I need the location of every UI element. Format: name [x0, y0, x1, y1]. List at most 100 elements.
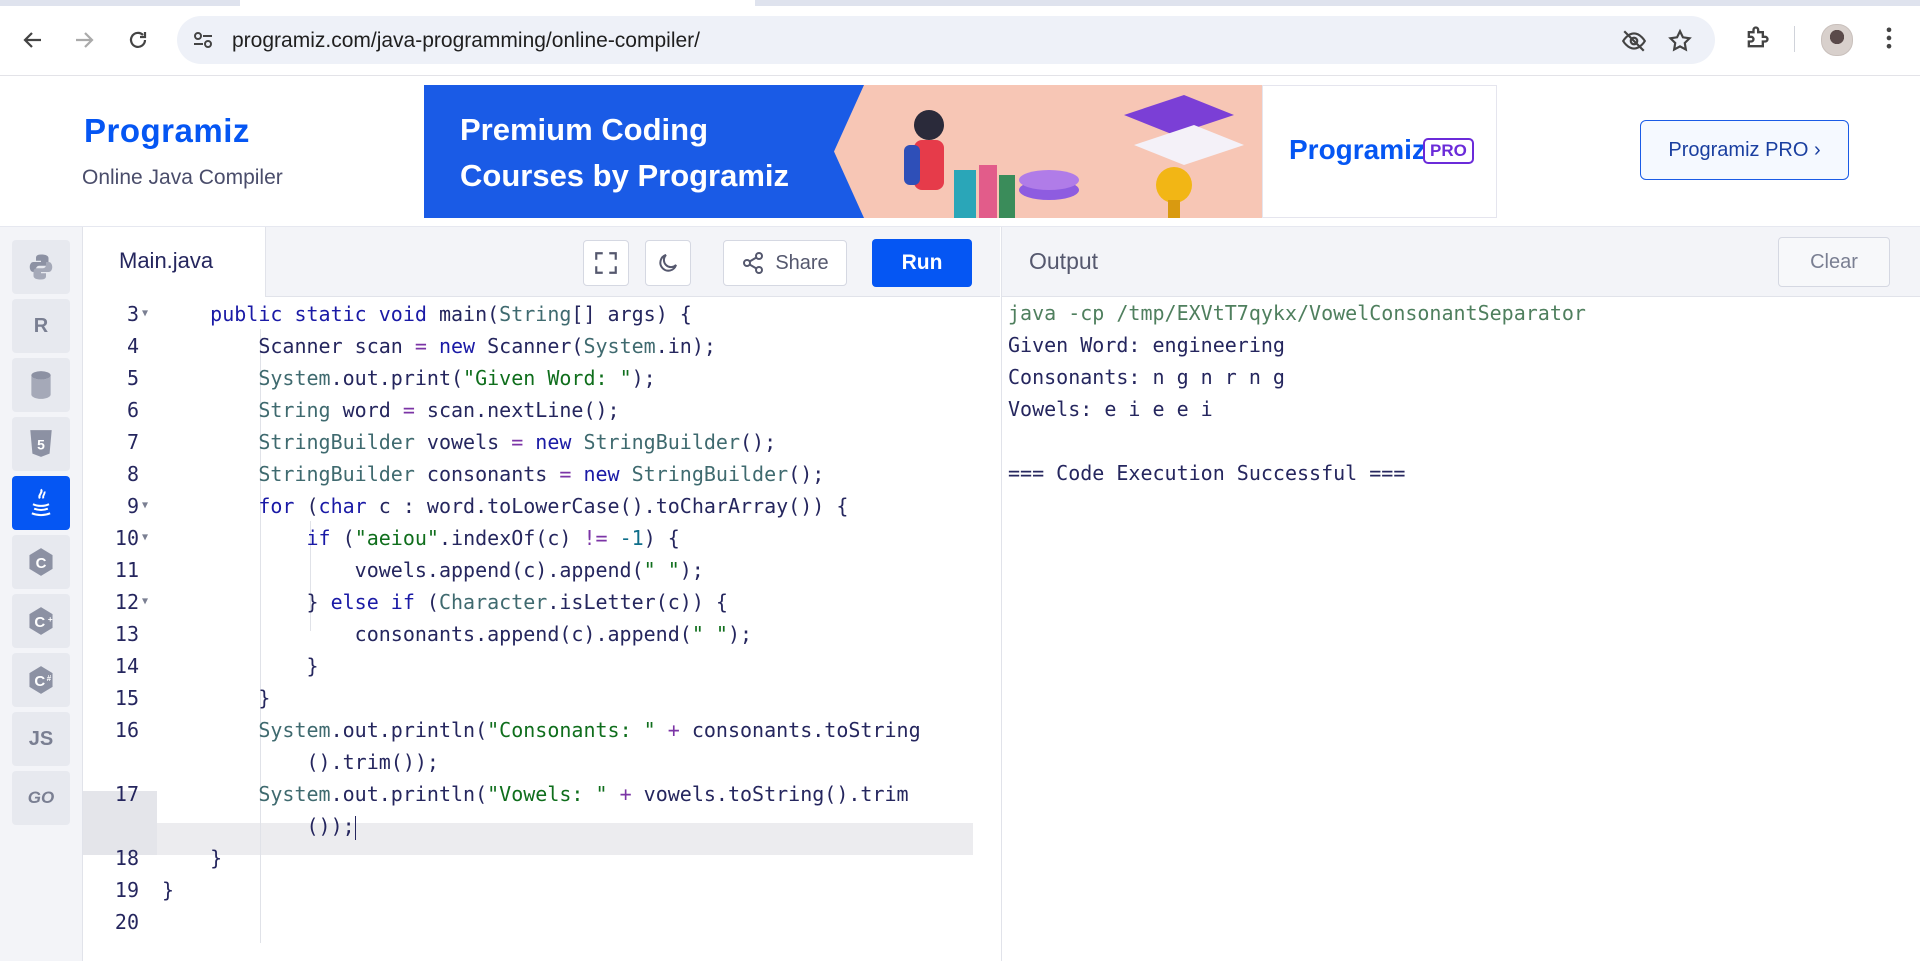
svg-text:C: C	[34, 614, 45, 631]
line-number: 15	[114, 686, 139, 710]
tab-strip	[0, 0, 1920, 6]
pro-logo-text: Programiz	[1289, 134, 1426, 165]
share-icon	[743, 252, 764, 274]
eye-off-icon[interactable]	[1621, 28, 1647, 54]
lang-cpp[interactable]: C +	[12, 594, 70, 648]
banner-line-2: Courses by Programiz	[460, 158, 790, 193]
code-line: 17 System.out.println("Vowels: " + vowel…	[83, 778, 1000, 810]
bookmark-star-icon[interactable]	[1667, 28, 1693, 54]
line-number: 5	[126, 366, 139, 390]
code-line: 3 ▼ public static void main(String[] args…	[83, 298, 1000, 330]
theme-toggle-button[interactable]	[645, 240, 691, 286]
code-line: 7 StringBuilder vowels = new StringBuild…	[83, 426, 1000, 458]
browser-toolbar: programiz.com/java-programming/online-co…	[0, 0, 1920, 76]
code-line: 11 vowels.append(c).append(" ");	[83, 554, 1000, 586]
profile-avatar[interactable]	[1821, 24, 1853, 56]
code-line: 10 ▼ if ("aeiou".indexOf(c) != -1) {	[83, 522, 1000, 554]
html5-icon: 5	[30, 430, 52, 457]
extensions-icon[interactable]	[1743, 24, 1771, 52]
lang-sql[interactable]	[12, 358, 70, 412]
back-button[interactable]	[13, 20, 53, 60]
code-line: 8 StringBuilder consonants = new StringB…	[83, 458, 1000, 490]
lang-csharp[interactable]: C #	[12, 653, 70, 707]
output-title: Output	[1029, 248, 1099, 274]
programiz-pro-button[interactable]: Programiz PRO ›	[1640, 120, 1849, 180]
code-line: 14 }	[83, 650, 1000, 682]
file-tab-main-java[interactable]: Main.java	[83, 227, 266, 297]
back-arrow-icon	[23, 32, 41, 48]
line-number: 6	[126, 398, 139, 422]
code-line: 5 System.out.print("Given Word: ");	[83, 362, 1000, 394]
lang-html[interactable]: 5	[12, 417, 70, 471]
lang-go[interactable]: GO	[12, 771, 70, 825]
reload-icon	[129, 31, 147, 48]
fold-arrow-icon[interactable]: ▼	[142, 298, 148, 330]
banner-line-1: Premium Coding	[460, 112, 709, 147]
code-line: 9 ▼ for (char c : word.toLowerCase().toCh…	[83, 490, 1000, 522]
line-number: 12	[114, 590, 139, 614]
lang-r[interactable]: R	[12, 299, 70, 353]
site-settings-icon[interactable]	[191, 28, 215, 52]
programiz-logo[interactable]: Programiz	[84, 112, 250, 150]
fullscreen-button[interactable]	[583, 240, 629, 286]
student-illustration	[904, 95, 1244, 218]
forward-button[interactable]	[64, 20, 104, 60]
js-icon: JS	[28, 727, 54, 750]
code-line: 13 consonants.append(c).append(" ");	[83, 618, 1000, 650]
code-line-wrap: ());	[162, 814, 356, 840]
output-command: java -cp /tmp/EXVtT7qykx/VowelConsonantS…	[1008, 301, 1586, 325]
svg-text:5: 5	[37, 436, 45, 452]
code-line-wrap: ().trim());	[162, 750, 439, 774]
share-button[interactable]: Share	[723, 240, 847, 286]
go-icon: GO	[27, 788, 55, 807]
fullscreen-icon	[595, 252, 617, 274]
cpp-icon: C +	[29, 607, 53, 635]
text-cursor	[354, 815, 356, 840]
menu-kebab-icon[interactable]	[1875, 24, 1903, 52]
share-label: Share	[775, 251, 829, 274]
clear-button[interactable]: Clear	[1778, 237, 1890, 287]
output-line: Given Word: engineering	[1008, 333, 1285, 357]
url-text[interactable]: programiz.com/java-programming/online-co…	[232, 29, 700, 53]
java-icon	[31, 488, 51, 517]
file-tab-label: Main.java	[119, 248, 214, 273]
line-number: 4	[126, 334, 139, 358]
reload-button[interactable]	[118, 20, 158, 60]
output-header: Output Clear	[1001, 227, 1920, 297]
code-line: 18 }	[83, 842, 1000, 874]
code-editor[interactable]: 3 ▼ public static void main(String[] args…	[83, 297, 1000, 961]
address-bar[interactable]: programiz.com/java-programming/online-co…	[177, 16, 1715, 64]
pro-badge: PRO	[1423, 138, 1474, 164]
csharp-icon: C #	[29, 666, 53, 694]
lang-js[interactable]: JS	[12, 712, 70, 766]
page-subtitle: Online Java Compiler	[82, 166, 283, 189]
run-button[interactable]: Run	[872, 239, 972, 287]
active-tab[interactable]	[240, 0, 755, 6]
banner-text: Premium Coding Courses by Programiz	[460, 107, 789, 199]
line-number: 18	[114, 846, 139, 870]
code-line: 6 String word = scan.nextLine();	[83, 394, 1000, 426]
code-line: 20	[83, 906, 1000, 938]
line-number: 17	[114, 782, 139, 806]
line-number: 13	[114, 622, 139, 646]
output-line: Vowels: e i e e i	[1008, 397, 1213, 421]
code-line: 16 System.out.println("Consonants: " + c…	[83, 714, 1000, 746]
line-number: 14	[114, 654, 139, 678]
database-icon	[31, 371, 51, 399]
line-number: 3	[126, 302, 139, 326]
lang-python[interactable]	[12, 240, 70, 294]
fold-arrow-icon[interactable]: ▼	[142, 586, 148, 618]
line-number: 20	[114, 910, 139, 934]
r-icon: R	[33, 314, 49, 337]
forward-arrow-icon	[76, 32, 94, 48]
fold-arrow-icon[interactable]: ▼	[142, 490, 148, 522]
line-number: 16	[114, 718, 139, 742]
code-line: 4 Scanner scan = new Scanner(System.in);	[83, 330, 1000, 362]
code-line: 12 ▼ } else if (Character.isLetter(c)) {	[83, 586, 1000, 618]
promo-banner[interactable]: Premium Coding Courses by Programiz Prog…	[424, 85, 1497, 218]
lang-c[interactable]: C	[12, 535, 70, 589]
fold-arrow-icon[interactable]: ▼	[142, 522, 148, 554]
output-console[interactable]: java -cp /tmp/EXVtT7qykx/VowelConsonantS…	[1001, 297, 1920, 961]
toolbar-divider	[1794, 26, 1795, 52]
lang-java[interactable]	[12, 476, 70, 530]
